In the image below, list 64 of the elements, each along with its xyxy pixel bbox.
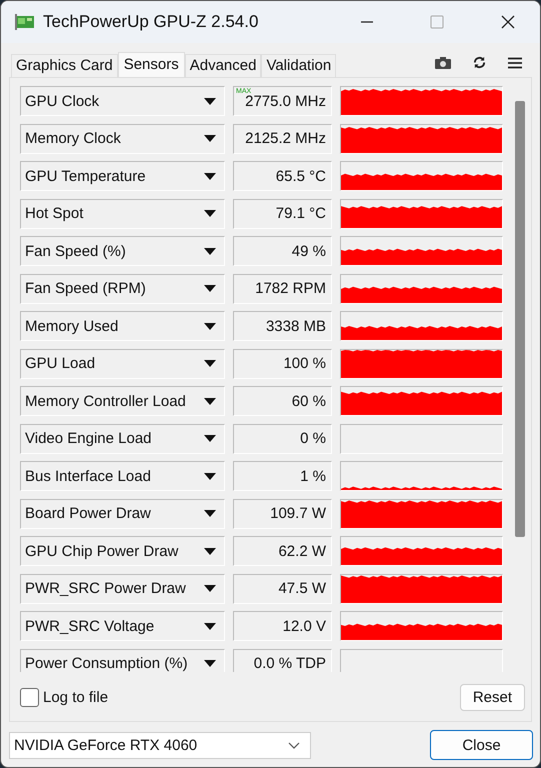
tab[interactable]: Sensors <box>118 52 185 78</box>
graphics-card-icon <box>15 14 35 30</box>
sensor-reading: 100 % <box>233 348 332 378</box>
caret-icon <box>204 660 216 667</box>
sensor-dropdown[interactable]: Memory Clock <box>20 124 225 154</box>
caret-icon <box>204 135 216 142</box>
device-dropdown[interactable]: NVIDIA GeForce RTX 4060 <box>9 732 311 758</box>
caret-icon <box>204 622 216 630</box>
caret-icon <box>204 210 216 217</box>
sensor-reading: 2125.2 MHz <box>233 124 332 154</box>
sensor-dropdown[interactable]: GPU Chip Power Draw <box>20 536 225 566</box>
caret-icon <box>204 398 216 404</box>
caret-icon <box>204 322 216 330</box>
tab[interactable]: Graphics Card <box>11 54 118 77</box>
refresh-icon[interactable] <box>473 56 486 69</box>
sensor-dropdown[interactable]: Fan Speed (RPM) <box>20 274 225 304</box>
sensor-reading: 47.5 W <box>233 574 332 604</box>
sensor-reading: 0.0 % TDP <box>233 648 332 672</box>
tab[interactable]: Advanced <box>184 54 262 77</box>
caret-icon <box>204 285 216 292</box>
checkbox[interactable] <box>20 688 39 707</box>
sensor-reading: 109.7 W <box>233 498 332 528</box>
sensor-reading: 49 % <box>233 236 332 266</box>
reset-button[interactable]: Reset <box>460 684 525 711</box>
close-button[interactable]: Close <box>430 730 533 760</box>
sensor-reading: 79.1 °C <box>233 198 332 228</box>
sensor-reading: 1 % <box>233 461 332 491</box>
menu-icon[interactable] <box>508 56 522 68</box>
sensor-dropdown[interactable]: Memory Controller Load <box>20 386 225 416</box>
caret-icon <box>204 585 216 592</box>
sensor-dropdown[interactable]: GPU Load <box>20 348 225 378</box>
sensor-dropdown[interactable]: Hot Spot <box>20 198 225 228</box>
sensor-dropdown[interactable]: Fan Speed (%) <box>20 236 225 266</box>
sensor-reading: 62.2 W <box>233 536 332 566</box>
sensor-dropdown[interactable]: GPU Clock <box>20 86 225 116</box>
caret-icon <box>204 172 216 180</box>
sensor-dropdown[interactable]: GPU Temperature <box>20 161 225 191</box>
camera-icon[interactable] <box>435 56 451 68</box>
sensor-reading: 60 % <box>233 386 332 416</box>
sensor-dropdown[interactable]: Power Consumption (%) <box>20 648 225 672</box>
caret-icon <box>204 510 216 517</box>
sensor-dropdown[interactable]: PWR_SRC Voltage <box>20 611 225 641</box>
sensor-dropdown[interactable]: Memory Used <box>20 311 225 341</box>
sensor-dropdown[interactable]: Board Power Draw <box>20 498 225 528</box>
checkbox-label: Log to file <box>43 689 108 706</box>
window-title: TechPowerUp GPU-Z 2.54.0 <box>43 12 260 32</box>
chevron-icon <box>288 742 300 748</box>
caret-icon <box>204 360 216 367</box>
tab[interactable]: Validation <box>261 54 336 77</box>
sensor-reading: 12.0 V <box>233 611 332 641</box>
caret-icon <box>204 472 216 480</box>
sensor-reading: 1782 RPM <box>233 274 332 304</box>
scrollbar-thumb[interactable] <box>515 101 525 537</box>
close-icon[interactable] <box>500 14 516 30</box>
sensor-reading: 0 % <box>233 424 332 454</box>
caret-icon <box>204 248 216 254</box>
sensor-dropdown[interactable]: Bus Interface Load <box>20 461 225 491</box>
sensor-reading: 3338 MB <box>233 311 332 341</box>
sensor-dropdown[interactable]: Video Engine Load <box>20 424 225 454</box>
sensor-reading: 65.5 °C <box>233 161 332 191</box>
caret-icon <box>204 548 216 554</box>
caret-icon <box>204 435 216 442</box>
sensor-dropdown[interactable]: PWR_SRC Power Draw <box>20 574 225 604</box>
caret-icon <box>204 98 216 104</box>
